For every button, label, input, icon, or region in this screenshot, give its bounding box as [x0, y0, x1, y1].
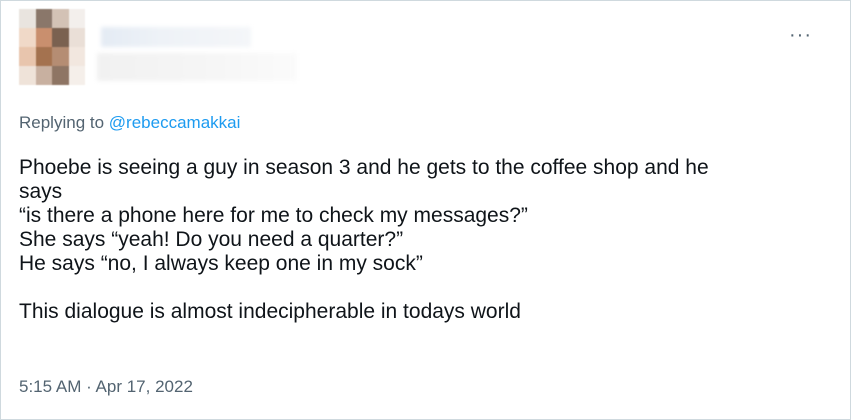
- more-options-icon[interactable]: ···: [789, 25, 812, 45]
- avatar-pixel: [35, 66, 52, 85]
- tweet-line: Phoebe is seeing a guy in season 3 and h…: [19, 156, 709, 179]
- avatar-pixel: [35, 9, 52, 28]
- tweet-paragraph-break: [19, 276, 829, 300]
- avatar-pixel: [52, 28, 69, 47]
- tweet-text: Phoebe is seeing a guy in season 3 and h…: [19, 156, 829, 324]
- replying-to: Replying to @rebeccamakkai: [19, 113, 240, 133]
- avatar-pixel: [68, 28, 85, 47]
- avatar-pixel: [52, 66, 69, 85]
- tweet-line: She says “yeah! Do you need a quarter?”: [19, 228, 404, 251]
- tweet-line: This dialogue is almost indecipherable i…: [19, 300, 521, 323]
- reply-handle-link[interactable]: @rebeccamakkai: [109, 113, 241, 132]
- avatar-pixel: [68, 9, 85, 28]
- author-name-redacted[interactable]: [101, 27, 251, 47]
- avatar-pixel: [19, 9, 36, 28]
- tweet-line: “is there a phone here for me to check m…: [19, 204, 528, 227]
- avatar-pixel: [68, 66, 85, 85]
- avatar-pixel: [52, 47, 69, 66]
- tweet-line: says: [19, 180, 63, 203]
- replying-to-label: Replying to: [19, 113, 105, 132]
- tweet-timestamp[interactable]: 5:15 AM · Apr 17, 2022: [19, 377, 193, 397]
- avatar-pixel: [68, 47, 85, 66]
- avatar[interactable]: [19, 9, 85, 85]
- avatar-pixel: [35, 47, 52, 66]
- avatar-pixel: [52, 9, 69, 28]
- tweet-card: ··· Replying to @rebeccamakkai Phoebe is…: [0, 0, 851, 420]
- avatar-pixel: [19, 66, 36, 85]
- avatar-pixel: [19, 28, 36, 47]
- tweet-line: He says “no, I always keep one in my soc…: [19, 252, 423, 275]
- avatar-pixel: [35, 28, 52, 47]
- author-handle-redacted[interactable]: [97, 53, 297, 81]
- avatar-pixel: [19, 47, 36, 66]
